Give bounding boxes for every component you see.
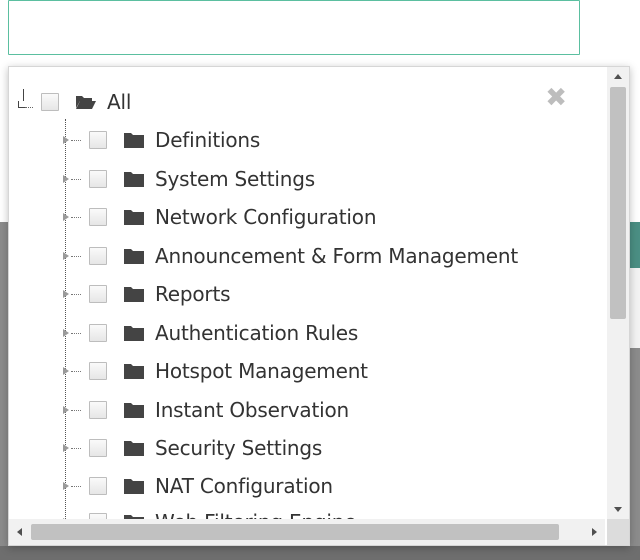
expander-expand-icon[interactable] [63,279,81,309]
tree-node-label: All [107,90,132,114]
expander-collapse-icon[interactable] [15,87,33,117]
tree-node-checkbox[interactable] [89,439,107,457]
background-tab [630,222,640,268]
vertical-scroll-thumb[interactable] [610,87,626,319]
tree-node-label: Authentication Rules [155,321,359,345]
expander-expand-icon[interactable] [63,125,81,155]
tree-dropdown-panel: All Definitions System Settings Network … [8,66,630,546]
tree-node-label: System Settings [155,167,315,191]
expander-expand-icon[interactable] [63,202,81,232]
tree-node-label: Hotspot Management [155,359,368,383]
tree-node-checkbox[interactable] [89,477,107,495]
tree-node-label: Definitions [155,128,261,152]
horizontal-scroll-thumb[interactable] [31,524,559,540]
background-bottom-bar [0,546,640,560]
tree-node-label: Security Settings [155,436,323,460]
folder-icon [123,285,145,303]
tree-node-checkbox[interactable] [89,131,107,149]
scrollbar-corner [607,519,629,545]
expander-expand-icon[interactable] [63,318,81,348]
tree-search-input[interactable] [8,0,580,55]
expander-expand-icon[interactable] [63,164,81,194]
tree-node-item[interactable]: NAT Configuration [63,471,333,501]
tree-node-item[interactable]: Hotspot Management [63,356,368,386]
folder-icon [123,131,145,149]
tree-node-item[interactable]: Definitions [63,125,260,155]
tree-node-checkbox[interactable] [89,401,107,419]
close-icon[interactable]: ✖ [545,85,567,111]
expander-expand-icon[interactable] [63,471,81,501]
tree-node-label: Network Configuration [155,205,377,229]
folder-icon [123,362,145,380]
tree-node-item[interactable]: Security Settings [63,433,322,463]
tree-node-checkbox[interactable] [89,362,107,380]
tree-node-checkbox[interactable] [89,247,107,265]
tree-node-label: Reports [155,282,231,306]
tree-node-checkbox[interactable] [89,285,107,303]
expander-expand-icon[interactable] [63,241,81,271]
scroll-up-arrow-icon[interactable] [607,67,629,85]
tree-node-checkbox[interactable] [89,324,107,342]
tree-node-all[interactable]: All [15,87,131,117]
scroll-right-arrow-icon[interactable] [583,519,605,545]
checkbox-all[interactable] [41,93,59,111]
tree-node-item[interactable]: Authentication Rules [63,318,358,348]
scroll-left-arrow-icon[interactable] [9,519,31,545]
vertical-scrollbar[interactable] [607,67,629,519]
folder-icon [123,170,145,188]
expander-expand-icon[interactable] [63,356,81,386]
tree-node-item[interactable]: System Settings [63,164,315,194]
tree-node-label: Instant Observation [155,398,349,422]
tree-node-checkbox[interactable] [89,208,107,226]
tree-node-item[interactable]: Web Filtering Engine [63,507,357,519]
tree-node-item[interactable]: Reports [63,279,231,309]
tree-node-label: Web Filtering Engine [155,510,357,519]
tree-node-label: NAT Configuration [155,474,333,498]
horizontal-scrollbar[interactable] [9,519,605,545]
tree-node-checkbox[interactable] [89,170,107,188]
tree-node-item[interactable]: Network Configuration [63,202,377,232]
tree-viewport: All Definitions System Settings Network … [9,67,605,519]
tree-node-label: Announcement & Form Management [155,244,519,268]
tree-node-item[interactable]: Instant Observation [63,395,349,425]
background-panel [630,268,640,348]
folder-icon [123,401,145,419]
folder-icon [123,477,145,495]
expander-expand-icon[interactable] [63,395,81,425]
folder-icon [123,247,145,265]
expander-expand-icon[interactable] [63,433,81,463]
tree-node-item[interactable]: Announcement & Form Management [63,241,518,271]
folder-icon [123,439,145,457]
scroll-down-arrow-icon[interactable] [607,501,629,519]
folder-open-icon [75,93,97,111]
folder-icon [123,208,145,226]
expander-expand-icon[interactable] [63,507,81,519]
folder-icon [123,324,145,342]
